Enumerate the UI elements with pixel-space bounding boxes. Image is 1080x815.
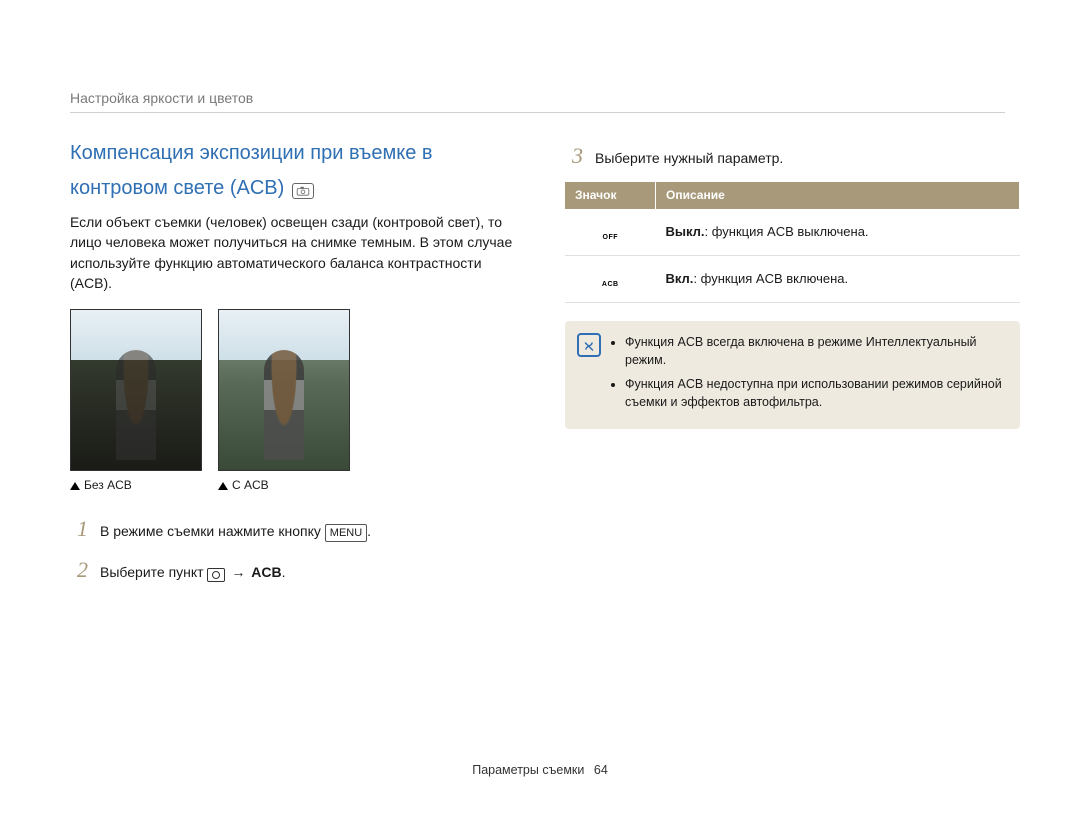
step-text: Выберите нужный параметр. [595,148,1020,168]
left-column: Компенсация экспозиции при въемке в конт… [70,140,525,596]
row-rest: : функция ACB включена. [693,271,848,286]
section-title: Компенсация экспозиции при въемке в конт… [70,140,525,202]
camera-icon [207,568,225,582]
note-box: Функция ACB всегда включена в режиме Инт… [565,321,1020,430]
step-text: Выберите пункт → ACB. [100,562,525,582]
photo-without-acb-wrap: Без ACB [70,309,202,494]
row-bold: Вкл. [666,271,694,286]
manual-page: Настройка яркости и цветов Компенсация э… [0,0,1080,815]
triangle-up-icon [218,482,228,490]
steps-list: 1 В режиме съемки нажмите кнопку MENU. 2… [70,513,525,587]
note-list: Функция ACB всегда включена в режиме Инт… [609,333,1006,412]
table-row: ACB Вкл.: функция ACB включена. [565,256,1020,303]
note-item: Функция ACB недоступна при использовании… [625,375,1006,411]
desc-cell-on: Вкл.: функция ACB включена. [656,256,1020,303]
row-rest: : функция ACB выключена. [705,224,869,239]
options-table: Значок Описание OFF Выкл.: функц [565,182,1020,303]
photo-comparison: Без ACB С ACB [70,309,525,494]
right-column: 3 Выберите нужный параметр. Значок Описа… [565,140,1020,596]
photo-with-acb [218,309,350,471]
section-title-line1: Компенсация экспозиции при въемке в [70,140,433,167]
icon-cell-on: ACB [565,256,656,303]
step-1: 1 В режиме съемки нажмите кнопку MENU. [70,513,525,545]
row-bold: Выкл. [666,224,705,239]
acb-on-label: ACB [597,280,623,290]
section-title-line2: контровом свете (ACB) [70,175,284,202]
arrow-right-icon: → [227,564,249,580]
steps-list-right: 3 Выберите нужный параметр. [565,140,1020,172]
icon-cell-off: OFF [565,209,656,255]
footer-page-number: 64 [594,763,608,777]
table-row: OFF Выкл.: функция ACB выключена. [565,209,1020,255]
info-icon [577,333,601,357]
note-item: Функция ACB всегда включена в режиме Инт… [625,333,1006,369]
footer-label: Параметры съемки [472,763,584,777]
acb-off-label: OFF [597,233,623,243]
content-columns: Компенсация экспозиции при въемке в конт… [70,140,1020,596]
step-3: 3 Выберите нужный параметр. [565,140,1020,172]
desc-cell-off: Выкл.: функция ACB выключена. [656,209,1020,255]
step-text: В режиме съемки нажмите кнопку MENU. [100,521,525,542]
step1-post: . [367,523,371,539]
acb-on-icon: ACB [597,264,623,288]
step-2: 2 Выберите пункт → ACB. [70,554,525,586]
photo-with-acb-wrap: С ACB [218,309,350,494]
step2-bold: ACB [251,564,281,580]
step-number: 3 [565,140,583,172]
triangle-up-icon [70,482,80,490]
table-head-desc: Описание [656,182,1020,209]
table-head-icon: Значок [565,182,656,209]
caption-with-acb: С ACB [218,477,350,494]
page-footer: Параметры съемки 64 [0,763,1080,777]
acb-off-icon: OFF [597,217,623,241]
breadcrumb: Настройка яркости и цветов [70,90,1005,113]
caption-with-text: С ACB [232,477,269,494]
step2-pre: Выберите пункт [100,564,207,580]
step-number: 2 [70,554,88,586]
intro-paragraph: Если объект съемки (человек) освещен сза… [70,212,525,293]
camera-mode-icon [292,183,314,199]
caption-without-text: Без ACB [84,477,132,494]
photo-without-acb [70,309,202,471]
step1-pre: В режиме съемки нажмите кнопку [100,523,325,539]
menu-key: MENU [325,524,367,542]
step-number: 1 [70,513,88,545]
step2-post: . [282,564,286,580]
caption-without-acb: Без ACB [70,477,202,494]
